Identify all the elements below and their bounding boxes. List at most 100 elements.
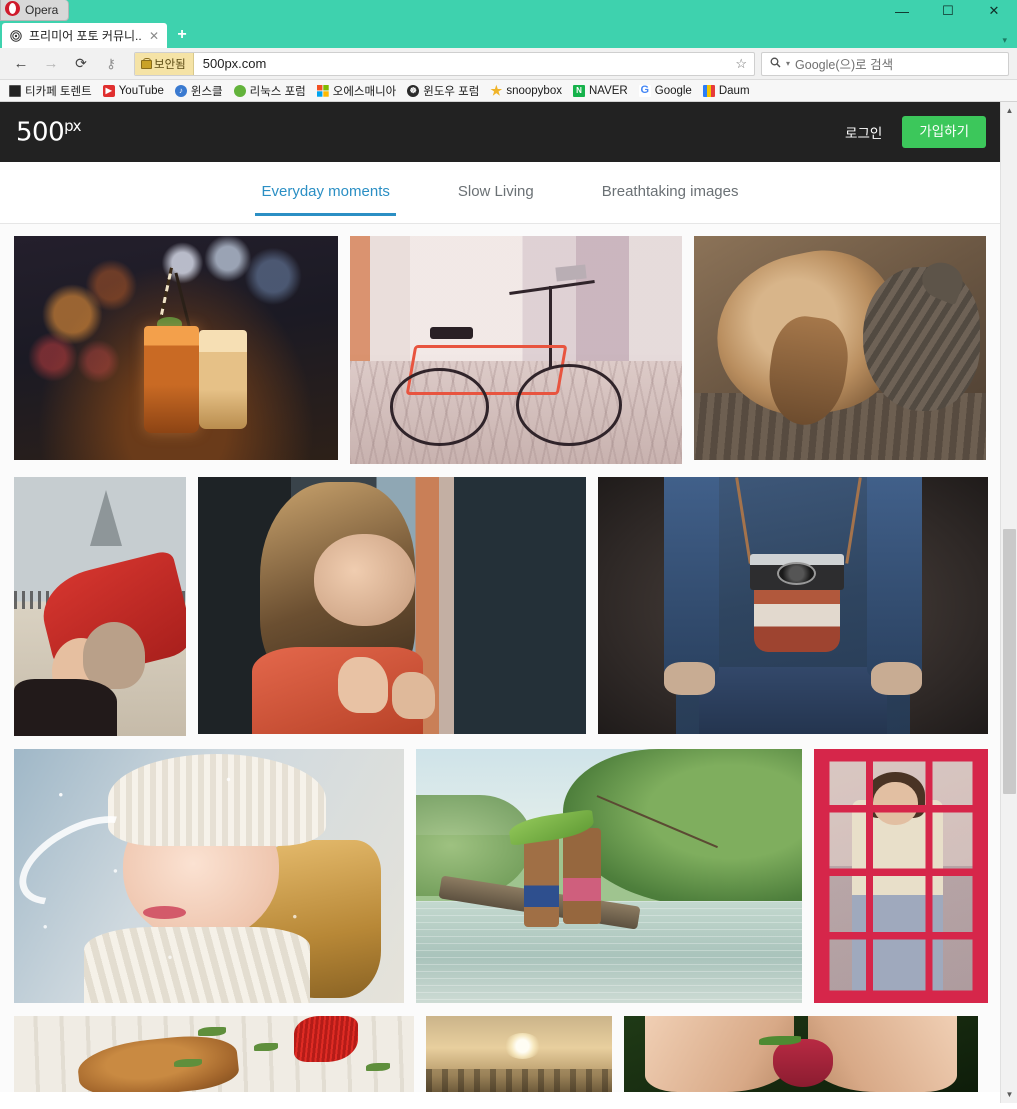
opera-logo-icon	[5, 1, 20, 16]
jar-decor	[198, 330, 248, 429]
camera-case-decor	[754, 584, 840, 652]
booth-frame-decor	[814, 749, 988, 1003]
address-bar[interactable]: 보안됨 500px.com ☆	[134, 51, 755, 76]
window-controls: — ☐ ✕	[879, 0, 1017, 22]
photo-grid-row	[14, 749, 988, 1003]
bookmark-label: snoopybox	[506, 84, 562, 97]
bookmarks-bar: 티카페 토렌트 ▶ YouTube ♪ 윈스클 리눅스 포럼 오에스매니아 ☸ …	[0, 80, 1017, 102]
scroll-up-button[interactable]: ▲	[1001, 102, 1017, 119]
lock-icon	[141, 58, 152, 69]
bookmark-item-daum[interactable]: Daum	[702, 84, 750, 97]
scroll-down-button[interactable]: ▼	[1001, 1086, 1017, 1103]
jeans-decor	[699, 667, 887, 734]
photo-bicycle-street[interactable]	[350, 236, 682, 464]
wheel-decor	[389, 368, 490, 446]
photo-red-phone-booth[interactable]	[814, 749, 988, 1003]
boy-decor	[524, 835, 559, 927]
photo-bread-still-life[interactable]	[14, 1016, 414, 1092]
stem-decor	[758, 1035, 801, 1045]
bookmark-label: NAVER	[588, 84, 628, 97]
tab-slow-living[interactable]: Slow Living	[452, 170, 540, 216]
hand-decor	[871, 662, 922, 696]
site-header: 500px 로그인 가입하기	[0, 102, 1000, 162]
page-scrollbar[interactable]: ▲ ▼	[1000, 102, 1017, 1103]
logo-text: 500	[16, 117, 65, 148]
login-link[interactable]: 로그인	[845, 122, 882, 142]
scrollbar-thumb[interactable]	[1003, 529, 1016, 794]
hand-decor	[337, 656, 389, 714]
500px-logo[interactable]: 500px	[16, 116, 82, 148]
hand-decor	[645, 1016, 794, 1092]
photo-sunset-landscape[interactable]	[426, 1016, 612, 1092]
minimize-button[interactable]: —	[879, 0, 925, 22]
boy-decor	[562, 827, 602, 925]
chevron-down-icon[interactable]: ▾	[786, 59, 790, 68]
bookmark-item-osmania[interactable]: 오에스매니아	[316, 83, 396, 99]
bookmark-item-linux-forum[interactable]: 리눅스 포럼	[233, 83, 306, 99]
tab-breathtaking-images[interactable]: Breathtaking images	[596, 170, 745, 216]
winscl-icon: ♪	[174, 84, 187, 97]
jar-decor	[143, 325, 199, 434]
bookmark-label: 윈도우 포럼	[423, 85, 480, 98]
new-tab-button[interactable]: +	[171, 24, 193, 46]
bookmark-item-youtube[interactable]: ▶ YouTube	[102, 84, 164, 97]
bookmark-item-snoopybox[interactable]: ★ snoopybox	[490, 84, 562, 97]
photo-hands-strawberry[interactable]	[624, 1016, 978, 1092]
search-box[interactable]: ▾ Google(으)로 검색	[761, 51, 1009, 76]
signup-button[interactable]: 가입하기	[902, 116, 986, 148]
logo-superscript: px	[64, 116, 81, 135]
photo-denim-camera[interactable]	[598, 477, 988, 734]
hand-decor	[392, 672, 435, 719]
hat-decor	[82, 622, 145, 690]
seat-decor	[429, 327, 473, 339]
chevron-down-icon[interactable]: ▾	[1002, 35, 1007, 46]
bookmark-item-google[interactable]: G Google	[638, 84, 692, 97]
daum-icon	[702, 84, 715, 97]
photo-boys-fishing[interactable]	[416, 749, 802, 1003]
photo-girl-at-window[interactable]	[198, 477, 586, 734]
search-input[interactable]: Google(으)로 검색	[795, 54, 893, 73]
vpn-key-icon[interactable]: ⚷	[96, 50, 126, 78]
bookmark-item-winscl[interactable]: ♪ 윈스클	[174, 83, 223, 99]
opera-menu-button[interactable]: Opera	[0, 0, 70, 21]
tcafe-icon	[9, 84, 21, 97]
photo-grid-row	[14, 477, 988, 736]
bookmark-item-windows-forum[interactable]: ☸ 윈도우 포럼	[407, 83, 479, 99]
windows-forum-icon: ☸	[407, 84, 420, 97]
browser-toolbar: ← → ⟳ ⚷ 보안됨 500px.com ☆ ▾ Google(으)로 검색	[0, 48, 1017, 80]
security-label: 보안됨	[154, 58, 186, 71]
arm-decor	[664, 477, 719, 678]
close-button[interactable]: ✕	[971, 0, 1017, 22]
strawberry-decor	[772, 1038, 833, 1088]
forward-button[interactable]: →	[36, 50, 66, 78]
naver-icon: N	[572, 84, 585, 97]
reload-button[interactable]: ⟳	[66, 50, 96, 78]
bookmark-label: YouTube	[118, 84, 164, 97]
maximize-button[interactable]: ☐	[925, 0, 971, 22]
leaf-decor	[198, 1026, 226, 1036]
snowflakes-decor	[14, 749, 404, 1003]
security-badge[interactable]: 보안됨	[135, 52, 194, 75]
browser-tab-active[interactable]: 프리미어 포토 커뮤니... ✕	[2, 23, 167, 48]
leaf-decor	[366, 1063, 390, 1071]
bookmark-star-icon[interactable]: ☆	[728, 56, 754, 72]
flower-decor	[294, 1016, 358, 1062]
photo-dog-and-cat[interactable]	[694, 236, 986, 460]
bread-decor	[75, 1030, 241, 1092]
bookmark-item-tcafe[interactable]: 티카페 토렌트	[9, 83, 92, 99]
close-icon[interactable]: ✕	[147, 29, 161, 43]
tab-everyday-moments[interactable]: Everyday moments	[255, 170, 396, 216]
osmania-icon	[316, 84, 329, 97]
photo-drinks-mason-jars[interactable]	[14, 236, 338, 460]
back-button[interactable]: ←	[6, 50, 36, 78]
photo-eiffel-tower-woman[interactable]	[14, 477, 186, 736]
photo-snow-girl[interactable]	[14, 749, 404, 1003]
bookmark-item-naver[interactable]: N NAVER	[572, 84, 628, 97]
bookmark-label: 윈스클	[190, 85, 223, 98]
leaf-decor	[254, 1043, 278, 1051]
bookmark-label: Daum	[718, 84, 750, 97]
leaf-decor	[174, 1058, 202, 1067]
eiffel-tower-decor	[89, 489, 122, 546]
window-title-bar: Opera — ☐ ✕	[0, 0, 1017, 22]
camera-lens-decor	[777, 561, 817, 585]
